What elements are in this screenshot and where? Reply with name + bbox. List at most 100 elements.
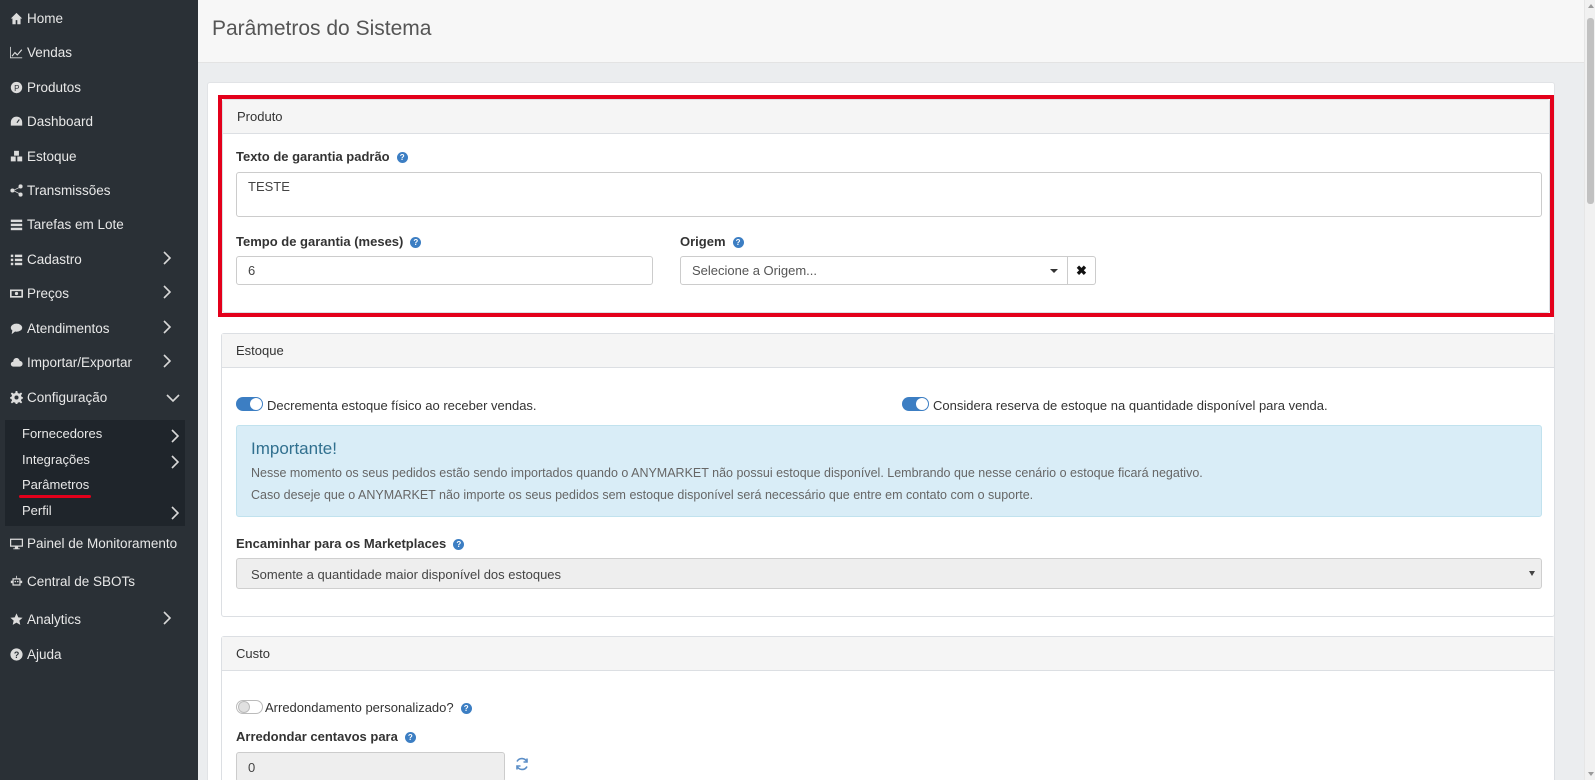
sidebar: Home Vendas P Produtos Dashboard Estoque…	[0, 0, 198, 780]
garantia-texto-label-text: Texto de garantia padrão	[236, 149, 390, 164]
cloud-icon	[9, 355, 23, 369]
panel-heading-estoque: Estoque	[222, 334, 1554, 368]
considera-reserva-label: Considera reserva de estoque na quantida…	[933, 398, 1328, 413]
scroll-thumb[interactable]	[1587, 18, 1594, 204]
arredondamento-toggle[interactable]	[236, 700, 263, 714]
alert-line-1: Nesse momento os seus pedidos estão send…	[251, 466, 1203, 480]
sidebar-item-importar-exportar[interactable]: Importar/Exportar	[0, 350, 198, 374]
sidebar-item-atendimentos[interactable]: Atendimentos	[0, 316, 198, 340]
sidebar-item-tarefas[interactable]: Tarefas em Lote	[0, 212, 198, 236]
star-icon	[9, 612, 23, 626]
garantia-texto-textarea[interactable]: TESTE	[236, 172, 1542, 217]
sidebar-item-label: Estoque	[27, 148, 77, 164]
caret-down-icon	[1529, 571, 1535, 576]
sidebar-item-vendas[interactable]: Vendas	[0, 40, 198, 64]
chevron-right-icon	[162, 251, 172, 265]
sidebar-item-analytics[interactable]: Analytics	[0, 607, 198, 631]
sidebar-item-label: Analytics	[27, 611, 82, 627]
chevron-right-icon	[170, 455, 180, 469]
chevron-right-icon	[170, 429, 180, 443]
centavos-label: Arredondar centavos para?	[236, 729, 416, 744]
considera-reserva-toggle[interactable]	[902, 397, 929, 411]
origem-label: Origem?	[680, 234, 744, 249]
chevron-right-icon	[170, 506, 180, 520]
decrementa-estoque-toggle[interactable]	[236, 397, 263, 411]
sidebar-item-label: Atendimentos	[27, 320, 110, 336]
sidebar-item-label: Cadastro	[27, 251, 82, 267]
encaminhar-label: Encaminhar para os Marketplaces?	[236, 536, 465, 551]
refresh-icon[interactable]	[515, 757, 529, 771]
origem-select[interactable]: Selecione a Origem...	[680, 256, 1068, 285]
sidebar-item-label: Preços	[27, 285, 70, 301]
sidebar-item-home[interactable]: Home	[0, 6, 198, 30]
submenu-item-perfil[interactable]: Perfil	[22, 503, 182, 523]
cubes-icon	[9, 149, 23, 163]
help-icon[interactable]: ?	[460, 703, 472, 715]
sidebar-item-painel-monitoramento[interactable]: Painel de Monitoramento	[0, 531, 198, 555]
submenu-item-label: Perfil	[22, 503, 52, 518]
centavos-input[interactable]: 0	[236, 752, 505, 780]
monitor-icon	[9, 536, 23, 550]
sidebar-item-central-sbots[interactable]: Central de SBOTs	[0, 569, 198, 593]
submenu-item-label: Parâmetros	[22, 477, 90, 492]
submenu-item-parametros[interactable]: Parâmetros	[22, 477, 182, 497]
chevron-down-icon	[166, 391, 180, 405]
help-icon[interactable]: ?	[732, 237, 744, 249]
svg-text:P: P	[14, 83, 19, 92]
submenu-item-label: Fornecedores	[22, 426, 103, 441]
dashboard-icon	[9, 114, 23, 128]
submenu-item-integracoes[interactable]: Integrações	[22, 452, 182, 472]
page-header: Parâmetros do Sistema	[198, 0, 1584, 63]
list-ul-icon	[9, 252, 23, 266]
sidebar-item-estoque[interactable]: Estoque	[0, 144, 198, 168]
share-icon	[9, 183, 23, 197]
sidebar-item-configuracao[interactable]: Configuração	[0, 385, 198, 409]
scroll-down-icon[interactable]	[1588, 772, 1594, 776]
origem-clear-button[interactable]: ✖	[1068, 256, 1096, 285]
sidebar-item-label: Central de SBOTs	[27, 573, 136, 589]
help-icon[interactable]: ?	[404, 732, 416, 744]
encaminhar-select[interactable]: Somente a quantidade maior disponível do…	[236, 558, 1542, 589]
encaminhar-label-text: Encaminhar para os Marketplaces	[236, 536, 447, 551]
panel-heading-produto: Produto	[223, 100, 1549, 134]
chart-line-icon	[9, 45, 23, 59]
sidebar-item-label: Importar/Exportar	[27, 354, 133, 370]
arredondamento-label-text: Arredondamento personalizado?	[265, 700, 454, 715]
origem-label-text: Origem	[680, 234, 726, 249]
toggle-knob	[250, 398, 262, 410]
sidebar-item-ajuda[interactable]: ? Ajuda	[0, 642, 198, 666]
tempo-garantia-label: Tempo de garantia (meses)?	[236, 234, 422, 249]
panel-heading-custo: Custo	[222, 637, 1554, 671]
chevron-right-icon	[162, 320, 172, 334]
decrementa-estoque-label: Decrementa estoque físico ao receber ven…	[267, 398, 537, 413]
chevron-right-icon	[162, 285, 172, 299]
product-icon: P	[9, 80, 23, 94]
sidebar-item-dashboard[interactable]: Dashboard	[0, 109, 198, 133]
sidebar-item-label: Dashboard	[27, 113, 94, 129]
vertical-scrollbar[interactable]	[1584, 0, 1595, 780]
help-icon[interactable]: ?	[453, 539, 465, 551]
tempo-garantia-input[interactable]: 6	[236, 256, 653, 285]
alert-title: Importante!	[251, 439, 337, 458]
importante-alert: Importante! Nesse momento os seus pedido…	[236, 425, 1542, 517]
active-underline-annotation	[19, 495, 91, 498]
sidebar-item-label: Vendas	[27, 44, 73, 60]
help-icon[interactable]: ?	[410, 237, 422, 249]
sidebar-item-label: Painel de Monitoramento	[27, 535, 178, 551]
list-icon	[9, 217, 23, 231]
sidebar-item-label: Tarefas em Lote	[27, 216, 124, 232]
gear-icon	[9, 390, 23, 404]
comment-icon	[9, 321, 23, 335]
submenu-item-fornecedores[interactable]: Fornecedores	[22, 426, 182, 446]
sidebar-item-cadastro[interactable]: Cadastro	[0, 247, 198, 271]
help-icon[interactable]: ?	[396, 152, 408, 164]
sidebar-item-transmissoes[interactable]: Transmissões	[0, 178, 198, 202]
sidebar-item-produtos[interactable]: P Produtos	[0, 75, 198, 99]
page-title: Parâmetros do Sistema	[212, 17, 432, 40]
sidebar-item-precos[interactable]: Preços	[0, 281, 198, 305]
tempo-garantia-value: 6	[248, 263, 256, 278]
scroll-up-icon[interactable]	[1588, 4, 1594, 8]
sidebar-item-label: Home	[27, 10, 64, 26]
chevron-right-icon	[162, 354, 172, 368]
sidebar-item-label: Configuração	[27, 389, 108, 405]
